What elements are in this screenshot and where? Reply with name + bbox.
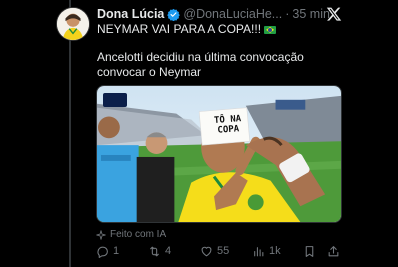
verified-badge-icon — [167, 8, 181, 21]
ai-label-text: Feito com IA — [110, 229, 167, 240]
post-headline: NEYMAR VAI PARA A COPA!!! — [97, 22, 342, 37]
post-image[interactable]: TÔ NA COPA — [96, 85, 342, 223]
ai-label[interactable]: Feito com IA — [96, 228, 166, 241]
reply-count: 1 — [113, 245, 120, 257]
author-handle[interactable]: @DonaLuciaHe... — [183, 7, 282, 21]
bookmark-icon — [305, 245, 314, 257]
repost-count: 4 — [165, 245, 172, 257]
reply-icon — [97, 246, 108, 258]
share-button[interactable] — [327, 244, 344, 258]
post-time[interactable]: 35 min — [292, 7, 330, 21]
ai-sparkle-icon — [96, 229, 106, 240]
brazil-flag-icon — [264, 25, 277, 34]
headline-text: NEYMAR VAI PARA A COPA!!! — [97, 22, 262, 36]
author-name[interactable]: Dona Lúcia — [97, 7, 164, 21]
views-button[interactable]: 1k — [252, 244, 281, 258]
post-body: Ancelotti decidiu na última convocação c… — [97, 50, 304, 79]
views-count: 1k — [269, 245, 281, 257]
like-icon — [201, 246, 212, 256]
repost-button[interactable]: 4 — [148, 244, 171, 258]
views-icon — [254, 246, 264, 256]
separator-dot: · — [285, 7, 290, 21]
avatar[interactable] — [56, 7, 90, 41]
post-header: Dona Lúcia @DonaLuciaHe... · 35 min — [97, 6, 347, 22]
like-button[interactable]: 55 — [200, 244, 229, 258]
share-icon — [328, 245, 339, 256]
sign-text: TÔ NA COPA — [213, 114, 242, 136]
x-logo-icon[interactable] — [326, 6, 342, 22]
scorebug — [103, 93, 127, 107]
bookmark-button[interactable] — [303, 244, 320, 258]
action-bar: 1 4 55 1k — [96, 244, 346, 258]
like-count: 55 — [217, 245, 230, 257]
repost-icon — [150, 246, 159, 256]
reply-button[interactable]: 1 — [96, 244, 119, 258]
